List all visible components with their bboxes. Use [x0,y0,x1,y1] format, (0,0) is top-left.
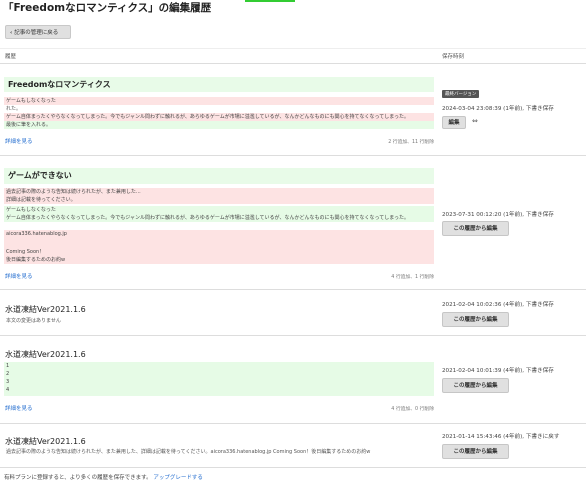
upgrade-link[interactable]: アップグレードする [153,475,203,481]
diff-line-added: 1 [4,362,434,370]
diff-line: 過去記事の際のような告知は続けられたが、また兼用した、詳細は記載を待ってください… [6,449,371,455]
diff-line-deleted: Coming Soon！ [4,248,434,256]
detail-link[interactable]: 詳細を見る [5,404,33,412]
edit-from-this-version-button[interactable]: この履歴から編集 [442,312,509,327]
diff-stats: 2 行追加、11 行削除 [388,140,434,145]
detail-link[interactable]: 詳細を見る [5,272,33,280]
diff-line-added: ゲーム自体まったくやらなくなってしまった。今でもジャンル問わずに触れるが、あらゆ… [4,214,434,222]
saved-time: 2024-03-04 23:08:39 (1年前), 下書き保存 [442,106,554,112]
history-entry: ゲームができない 過去記事の際のような告知は続けられたが、また兼用した... 詳… [0,156,586,290]
entry-title: 水道凍結Ver2021.1.6 [5,350,86,359]
history-entry: 水道凍結Ver2021.1.6 1 2 3 4 詳細を見る 4 行追加、0 行削… [0,336,586,424]
diff-line-deleted: 過去記事の際のような告知は続けられたが、また兼用した... [4,188,434,196]
diff-line-added: 2 [4,370,434,378]
history-entry: 水道凍結Ver2021.1.6 本文の変更はありません 2021-02-04 1… [0,290,586,336]
diff-stats: 4 行追加、1 行削除 [391,275,434,280]
entry-title: 水道凍結Ver2021.1.6 [5,305,86,314]
diff-stats: 4 行追加、0 行削除 [391,407,434,412]
entry-title: Freedomなロマンティクス [4,77,434,92]
page-title: 「Freedomなロマンティクス」の編集履歴 [3,2,212,14]
diff-line-added: ゲームもしなくなった [4,206,434,214]
diff-line-added: 4 [4,386,434,396]
history-entry: 水道凍結Ver2021.1.6 過去記事の際のような告知は続けられたが、また兼用… [0,424,586,468]
entry-title: 水道凍結Ver2021.1.6 [5,437,86,446]
detail-link[interactable]: 詳細を見る [5,137,33,145]
diff-line: 本文の変更はありません [6,318,61,324]
diff-line-deleted: 詳細は記載を待ってください。 [4,196,434,204]
edit-button[interactable]: 編集 [442,116,466,129]
diff-line-deleted: aicora336.hatenablog.jp [4,230,434,238]
saved-time: 2021-01-14 15:43:46 (4年前), 下書きに戻す [442,434,560,440]
upgrade-notice: 有料プランに登録すると、より多くの履歴を保存できます。 アップグレードする [4,473,203,481]
back-to-articles-button[interactable]: ‹ 記事の管理に戻る [5,25,71,39]
compare-arrows-icon[interactable]: ⇔ [472,117,478,125]
edit-from-this-version-button[interactable]: この履歴から編集 [442,444,509,459]
diff-line-deleted [4,238,434,248]
history-entry: Freedomなロマンティクス ゲームもしなくなった れた。 ゲーム自体まったく… [0,64,586,156]
table-header: 履歴 保存時刻 [0,48,586,64]
history-column-header: 履歴 [5,54,17,60]
edit-from-this-version-button[interactable]: この履歴から編集 [442,221,509,236]
diff-line-added: 最後に筆を入れる。 [4,121,434,129]
saved-at-column-header: 保存時刻 [442,54,465,60]
diff-line-deleted: ゲームもしなくなった [4,97,434,105]
diff-line-deleted: ゲーム自体まったくやらなくなってしまった。今でもジャンル問わずに触れるが、あらゆ… [4,113,434,121]
chevron-left-icon: ‹ [10,30,13,36]
diff-line-added: 3 [4,378,434,386]
back-button-label: 記事の管理に戻る [14,30,59,36]
saved-time: 2023-07-31 00:12:20 (1年前), 下書き保存 [442,212,554,218]
diff-line: れた。 [6,106,22,112]
saved-time: 2021-02-04 10:01:39 (4年前), 下書き保存 [442,368,554,374]
saved-time: 2021-02-04 10:02:36 (4年前), 下書き保存 [442,302,554,308]
diff-line-deleted: 後日編集するためのお約w [4,256,434,264]
latest-version-badge: 最終バージョン [442,90,480,98]
title-accent [245,0,295,2]
upgrade-notice-text: 有料プランに登録すると、より多くの履歴を保存できます。 [4,475,152,481]
entry-title: ゲームができない [4,168,434,184]
edit-from-this-version-button[interactable]: この履歴から編集 [442,378,509,393]
